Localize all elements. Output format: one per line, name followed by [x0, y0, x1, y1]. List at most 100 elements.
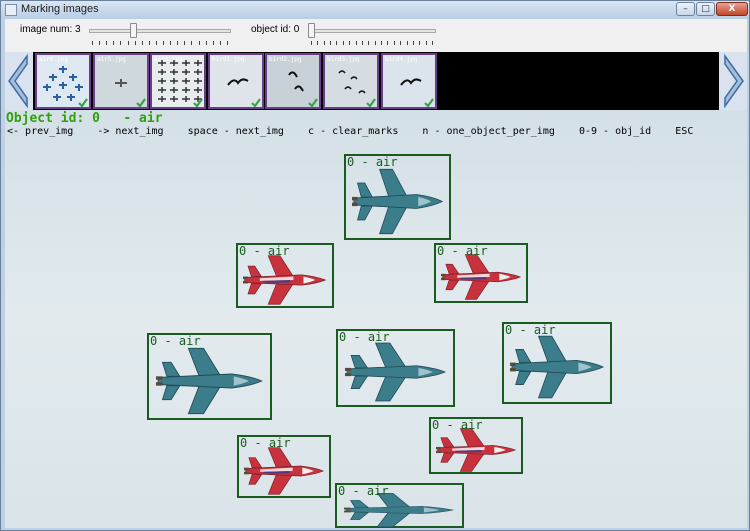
red-jet-image [243, 254, 327, 310]
checkmark-icon [193, 98, 203, 107]
slider-tick [149, 41, 150, 45]
object-bounding-box[interactable]: 0 - air [502, 322, 612, 404]
object-id-track[interactable] [308, 29, 436, 33]
thumbnail-bird2[interactable]: bird2.jpg [265, 53, 321, 109]
image-num-slider-thumb[interactable] [130, 23, 137, 38]
hotkey-help: <- prev_img -> next_img space - next_img… [7, 126, 693, 137]
image-num-label: image num: 3 [20, 24, 81, 35]
checkmark-icon [366, 98, 376, 107]
slider-tick [120, 41, 121, 45]
slider-tick [177, 41, 178, 45]
thumbnail-bird1[interactable]: bird1.jpg [208, 53, 264, 109]
slider-tick [362, 41, 363, 45]
bounding-box-label: 0 - air [437, 244, 488, 258]
object-bounding-box[interactable]: 0 - air [344, 154, 451, 240]
bounding-box-label: 0 - air [240, 436, 291, 450]
slider-tick [426, 41, 427, 45]
thumbnail-air6[interactable]: air6.jpg [35, 53, 91, 109]
prev-images-button[interactable] [5, 52, 33, 110]
slider-tick [336, 41, 337, 45]
slider-tick [206, 41, 207, 45]
maximize-button[interactable]: □ [696, 2, 715, 16]
blue-jet-image [352, 167, 444, 240]
close-button[interactable]: X [716, 2, 748, 16]
object-bounding-box[interactable]: 0 - air [147, 333, 272, 420]
chevron-right-icon [719, 52, 747, 110]
blue-jet-image [156, 346, 264, 420]
slider-tick [356, 41, 357, 45]
slider-tick [92, 41, 93, 45]
window-title: Marking images [21, 3, 99, 15]
bounding-box-label: 0 - air [339, 330, 390, 344]
slider-tick [394, 41, 395, 45]
minimize-button[interactable]: – [676, 2, 695, 16]
red-jet-image [436, 427, 517, 477]
app-window: Marking images – □ X image num: 3 object… [0, 0, 750, 531]
bounding-box-label: 0 - air [432, 418, 483, 432]
bounding-box-label: 0 - air [338, 484, 389, 498]
blue-jet-image [345, 341, 447, 407]
slider-tick [432, 41, 433, 45]
slider-tick [311, 41, 312, 45]
slider-tick [343, 41, 344, 45]
title-bar[interactable]: Marking images – □ X [1, 1, 749, 19]
slider-tick [142, 41, 143, 45]
slider-tick [400, 41, 401, 45]
object-bounding-box[interactable]: 0 - air [429, 417, 523, 474]
slider-tick [220, 41, 221, 45]
bounding-box-label: 0 - air [347, 155, 398, 169]
slider-tick [184, 41, 185, 45]
slider-tick [156, 41, 157, 45]
slider-tick [170, 41, 171, 45]
red-jet-image [441, 253, 522, 305]
object-bounding-box[interactable]: 0 - air [236, 243, 334, 308]
blue-jet-image [510, 334, 605, 404]
next-images-button[interactable] [719, 52, 747, 110]
slider-tick [330, 41, 331, 45]
object-id-label: object id: 0 [251, 24, 299, 35]
slider-tick [324, 41, 325, 45]
slider-tick [349, 41, 350, 45]
slider-tick [419, 41, 420, 45]
slider-tick [368, 41, 369, 45]
slider-tick [375, 41, 376, 45]
object-bounding-box[interactable]: 0 - air [434, 243, 528, 303]
thumbnail-bird3[interactable]: bird3.jpg [323, 53, 379, 109]
thumbnail-strip: air6.jpgair5.jpgair4.jpgbird1.jpgbird2.j… [5, 52, 747, 110]
thumbnail-air4[interactable]: air4.jpg [150, 53, 206, 109]
image-canvas[interactable]: Object id: 0 - air <- prev_img -> next_i… [5, 110, 747, 528]
slider-tick [381, 41, 382, 45]
thumbnail-air5[interactable]: air5.jpg [93, 53, 149, 109]
checkmark-icon [251, 98, 261, 107]
slider-tick [106, 41, 107, 45]
object-bounding-box[interactable]: 0 - air [336, 329, 455, 407]
bounding-box-label: 0 - air [239, 244, 290, 258]
checkmark-icon [308, 98, 318, 107]
thumbnail-bird4[interactable]: bird4.jpg [381, 53, 437, 109]
slider-tick [317, 41, 318, 45]
slider-tick [227, 41, 228, 45]
object-bounding-box[interactable]: 0 - air [335, 483, 464, 528]
slider-tick [213, 41, 214, 45]
trackbar-panel: image num: 3 object id: 0 [5, 19, 747, 52]
slider-tick [407, 41, 408, 45]
image-num-ticks [92, 41, 228, 47]
checkmark-icon [78, 98, 88, 107]
slider-tick [199, 41, 200, 45]
image-num-track[interactable] [89, 29, 231, 33]
bounding-box-label: 0 - air [505, 323, 556, 337]
slider-tick [387, 41, 388, 45]
slider-tick [191, 41, 192, 45]
red-jet-image [244, 446, 325, 500]
current-object-status: Object id: 0 - air [6, 111, 163, 126]
chevron-left-icon [5, 52, 33, 110]
app-icon [5, 4, 17, 16]
object-bounding-box[interactable]: 0 - air [237, 435, 331, 498]
slider-tick [135, 41, 136, 45]
checkmark-icon [136, 98, 146, 107]
slider-tick [113, 41, 114, 45]
slider-tick [163, 41, 164, 45]
bounding-box-label: 0 - air [150, 334, 201, 348]
object-id-slider-thumb[interactable] [308, 23, 315, 38]
slider-tick [413, 41, 414, 45]
